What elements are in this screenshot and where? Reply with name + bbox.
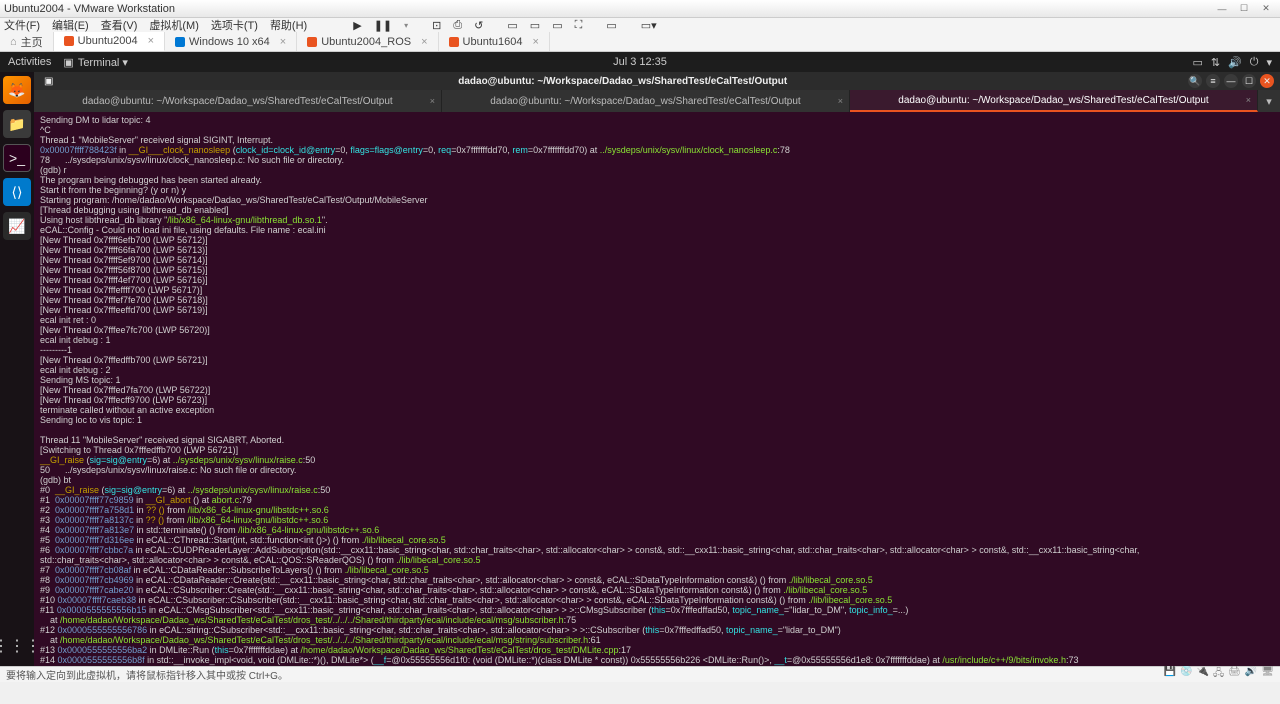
vm-guest-display: Activities ▣Terminal ▾ Jul 3 12:35 ▭ ⇅ 🔊…	[0, 52, 1280, 666]
tab-close-icon[interactable]: ×	[1246, 95, 1251, 105]
vmware-titlebar: Ubuntu2004 - VMware Workstation — ☐ ✕	[0, 0, 1280, 18]
ubuntu-topbar: Activities ▣Terminal ▾ Jul 3 12:35 ▭ ⇅ 🔊…	[0, 52, 1280, 72]
power-dropdown[interactable]: ▾	[404, 21, 408, 30]
clock[interactable]: Jul 3 12:35	[613, 56, 667, 68]
status-cd-icon[interactable]: 💿	[1180, 666, 1192, 683]
status-usb-icon[interactable]: 🔌	[1197, 666, 1209, 683]
tab-ros[interactable]: Ubuntu2004_ROS×	[297, 32, 438, 51]
terminal-maximize-icon[interactable]: ☐	[1242, 74, 1256, 88]
status-sound-icon[interactable]: 🔊	[1245, 666, 1257, 683]
activities-button[interactable]: Activities	[8, 56, 51, 68]
dock-firefox-icon[interactable]: 🦊	[3, 76, 31, 104]
menu-edit[interactable]: 编辑(E)	[52, 17, 89, 33]
view-icon[interactable]: ▭	[530, 19, 540, 32]
terminal-tab-1[interactable]: dadao@ubuntu: ~/Workspace/Dadao_ws/Share…	[34, 90, 442, 112]
dock-apps-icon[interactable]: ⋮⋮⋮	[3, 632, 31, 660]
screenshot-icon[interactable]: ⎙	[453, 19, 462, 32]
ubuntu-icon	[449, 37, 459, 47]
maximize-button[interactable]: ☐	[1234, 2, 1254, 16]
hamburger-icon[interactable]: ≡	[1206, 74, 1220, 88]
menu-tabs[interactable]: 选项卡(T)	[211, 17, 258, 33]
window-controls: — ☐ ✕	[1212, 2, 1276, 16]
dock-files-icon[interactable]: 📁	[3, 110, 31, 138]
snapshot-icon[interactable]: ⊡	[432, 19, 441, 32]
menu-file[interactable]: 文件(F)	[4, 17, 40, 33]
pause-icon[interactable]: ❚❚	[374, 19, 392, 32]
tab-close-icon[interactable]: ×	[838, 96, 843, 106]
tab-close-icon[interactable]: ×	[421, 36, 427, 48]
system-menu-dropdown[interactable]: ▾	[1266, 56, 1272, 69]
tab-close-icon[interactable]: ×	[430, 96, 435, 106]
menu-help[interactable]: 帮助(H)	[270, 17, 307, 33]
windows-icon	[175, 37, 185, 47]
network-icon[interactable]: ⇅	[1211, 56, 1220, 69]
terminal-icon: ▣	[63, 56, 73, 69]
screen-icon[interactable]: ▭	[1192, 56, 1202, 69]
status-text: 要将输入定向到此虚拟机，请将鼠标指针移入其中或按 Ctrl+G。	[6, 667, 288, 682]
tab-close-icon[interactable]: ×	[148, 35, 154, 47]
dock-terminal-icon[interactable]: >_	[3, 144, 31, 172]
dock-vscode-icon[interactable]: ⟨⟩	[3, 178, 31, 206]
search-icon[interactable]: 🔍	[1188, 74, 1202, 88]
vmware-tabs: ⌂主页 Ubuntu2004× Windows 10 x64× Ubuntu20…	[0, 32, 1280, 52]
terminal-close-icon[interactable]: ✕	[1260, 74, 1274, 88]
minimize-button[interactable]: —	[1212, 2, 1232, 16]
vmware-menubar: 文件(F) 编辑(E) 查看(V) 虚拟机(M) 选项卡(T) 帮助(H) ▶ …	[0, 18, 1280, 32]
tab-home[interactable]: ⌂主页	[0, 32, 54, 51]
tab-u16[interactable]: Ubuntu1604×	[439, 32, 550, 51]
terminal-window: ▣ dadao@ubuntu: ~/Workspace/Dadao_ws/Sha…	[34, 72, 1280, 666]
ubuntu-dock: 🦊 📁 >_ ⟨⟩ 📈 ⋮⋮⋮	[0, 52, 34, 666]
home-icon: ⌂	[10, 36, 17, 48]
power-on-icon[interactable]: ▶	[353, 19, 361, 32]
revert-icon[interactable]: ↺	[474, 19, 483, 32]
tab-ubuntu2004[interactable]: Ubuntu2004×	[54, 32, 165, 51]
fullscreen-icon[interactable]: ⛶	[575, 19, 583, 32]
app-menu[interactable]: ▣Terminal ▾	[63, 56, 128, 69]
vmware-statusbar: 要将输入定向到此虚拟机，请将鼠标指针移入其中或按 Ctrl+G。 💾 💿 🔌 🖧…	[0, 666, 1280, 682]
layout-icon[interactable]: ▭▾	[641, 19, 657, 32]
menu-view[interactable]: 查看(V)	[101, 17, 138, 33]
close-button[interactable]: ✕	[1256, 2, 1276, 16]
quickswitch-icon[interactable]: ▭	[552, 19, 562, 32]
power-icon[interactable]: ⏻	[1250, 56, 1259, 69]
dock-monitor-icon[interactable]: 📈	[3, 212, 31, 240]
status-display-icon[interactable]: 🖥	[1261, 666, 1274, 683]
terminal-minimize-icon[interactable]: —	[1224, 74, 1238, 88]
terminal-tabs: dadao@ubuntu: ~/Workspace/Dadao_ws/Share…	[34, 90, 1280, 112]
volume-icon[interactable]: 🔊	[1228, 56, 1242, 69]
terminal-new-tab-icon[interactable]: ▣	[40, 76, 57, 87]
menu-vm[interactable]: 虚拟机(M)	[149, 17, 199, 33]
terminal-output[interactable]: Sending DM to lidar topic: 4 ^C Thread 1…	[34, 112, 1280, 666]
tab-close-icon[interactable]: ×	[533, 36, 539, 48]
status-printer-icon[interactable]: 🖨	[1228, 666, 1241, 683]
terminal-tab-3[interactable]: dadao@ubuntu: ~/Workspace/Dadao_ws/Share…	[850, 90, 1258, 112]
tab-close-icon[interactable]: ×	[280, 36, 286, 48]
ubuntu-icon	[307, 37, 317, 47]
console-icon[interactable]: ▭	[606, 19, 616, 32]
status-net-icon[interactable]: 🖧	[1213, 666, 1224, 683]
terminal-tab-2[interactable]: dadao@ubuntu: ~/Workspace/Dadao_ws/Share…	[442, 90, 850, 112]
terminal-tab-dropdown[interactable]: ▾	[1258, 90, 1280, 112]
ubuntu-icon	[64, 36, 74, 46]
vmware-title: Ubuntu2004 - VMware Workstation	[4, 3, 175, 15]
status-hdd-icon[interactable]: 💾	[1164, 666, 1176, 683]
tab-win10[interactable]: Windows 10 x64×	[165, 32, 297, 51]
terminal-title: dadao@ubuntu: ~/Workspace/Dadao_ws/Share…	[57, 76, 1188, 87]
terminal-titlebar: ▣ dadao@ubuntu: ~/Workspace/Dadao_ws/Sha…	[34, 72, 1280, 90]
unity-icon[interactable]: ▭	[507, 19, 517, 32]
